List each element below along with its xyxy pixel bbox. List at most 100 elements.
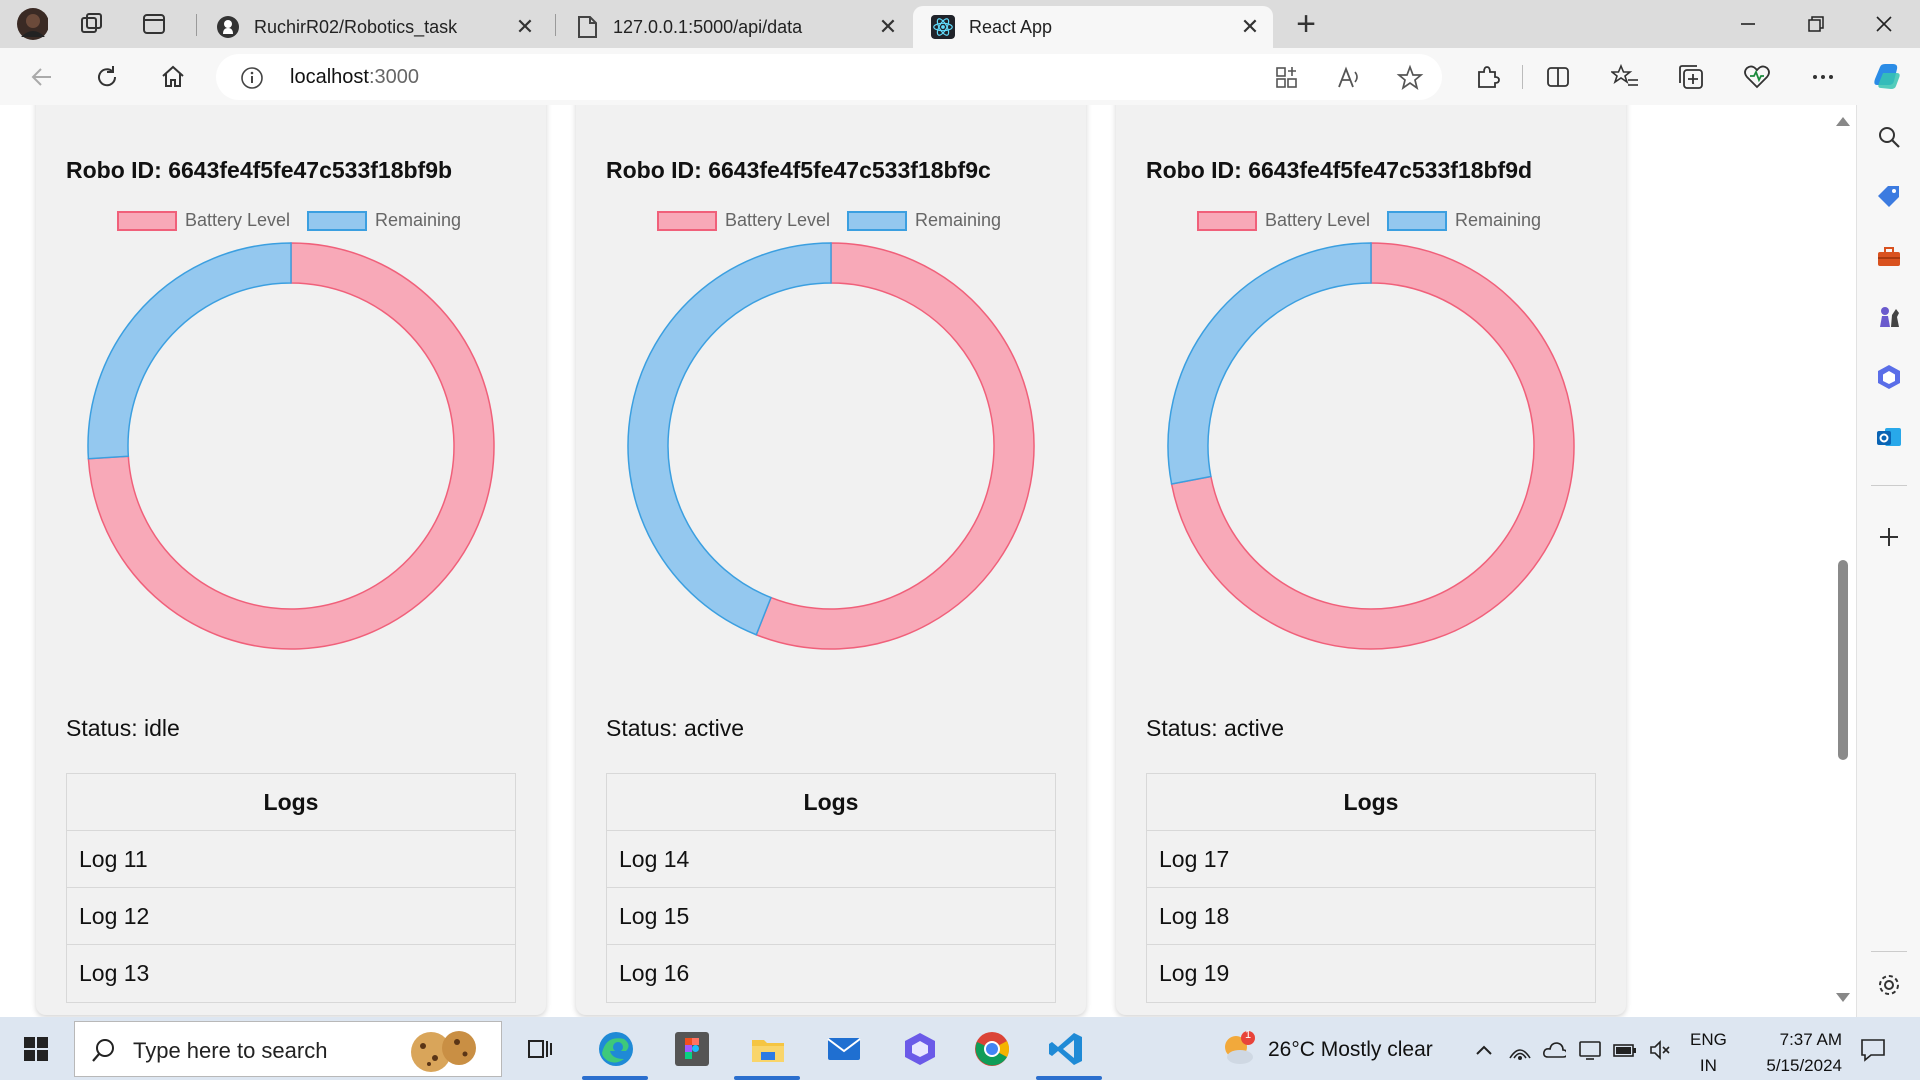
profile-avatar[interactable]	[16, 8, 48, 40]
legend-swatch-battery	[657, 210, 717, 231]
taskbar-chrome[interactable]	[970, 1027, 1014, 1071]
taskbar-m365[interactable]	[898, 1027, 942, 1071]
taskbar-edge[interactable]	[594, 1027, 638, 1071]
toolbox-icon	[1878, 247, 1900, 266]
show-hidden-icons-button[interactable]	[1472, 1038, 1496, 1062]
slice-remaining[interactable]	[87, 242, 292, 460]
tray-wifi[interactable]	[1508, 1038, 1532, 1062]
copilot-button[interactable]	[1870, 60, 1904, 94]
chart-legend: Battery Level Remaining	[1116, 208, 1626, 234]
settings-more-button[interactable]	[1806, 60, 1840, 94]
minimize-button[interactable]	[1726, 6, 1770, 42]
close-window-button[interactable]	[1862, 6, 1906, 42]
sidebar-m365-button[interactable]	[1873, 361, 1905, 393]
legend-item-remaining[interactable]: Remaining	[307, 210, 461, 231]
legend-label: Remaining	[1455, 210, 1542, 230]
legend-item-battery[interactable]: Battery Level	[657, 210, 830, 231]
sidebar-add-button[interactable]	[1873, 521, 1905, 553]
address-bar[interactable]: localhost:3000	[216, 54, 1442, 100]
read-aloud-icon[interactable]	[1336, 65, 1362, 91]
favorite-star-icon[interactable]	[1396, 64, 1424, 92]
site-info-icon[interactable]	[240, 66, 264, 90]
legend-item-battery[interactable]: Battery Level	[117, 210, 290, 231]
legend-item-remaining[interactable]: Remaining	[1387, 210, 1541, 231]
scroll-down-arrow-icon[interactable]	[1836, 993, 1850, 1002]
weather-widget[interactable]: 1	[1216, 1027, 1260, 1071]
input-language[interactable]: ENG IN	[1690, 1027, 1727, 1079]
legend-item-battery[interactable]: Battery Level	[1197, 210, 1370, 231]
page-icon	[575, 15, 599, 39]
robot-card: Robo ID: 6643fe4f5fe47c533f18bf9b Batter…	[36, 105, 546, 1015]
weather-text[interactable]: 26°C Mostly clear	[1268, 1038, 1433, 1062]
restore-button[interactable]	[1794, 6, 1838, 42]
battery-icon	[1613, 1044, 1636, 1057]
minimize-icon	[1741, 23, 1755, 25]
sidebar-games-button[interactable]	[1873, 301, 1905, 333]
slice-battery-level[interactable]	[755, 242, 1035, 650]
start-button[interactable]	[14, 1027, 58, 1071]
chrome-icon	[975, 1032, 1009, 1066]
wifi-icon	[1509, 1049, 1531, 1060]
folder-icon	[752, 1040, 784, 1062]
github-icon	[216, 15, 240, 39]
close-tab-icon[interactable]: ✕	[510, 12, 540, 42]
home-button[interactable]	[156, 60, 190, 94]
refresh-button[interactable]	[90, 60, 124, 94]
app-available-icon[interactable]	[1274, 65, 1300, 91]
taskbar-file-explorer[interactable]	[746, 1027, 790, 1071]
taskbar-search-box[interactable]: Type here to search	[74, 1021, 502, 1077]
clock-time: 7:37 AM	[1779, 1030, 1842, 1049]
logs-table: Logs Log 11 Log 12 Log 13	[66, 773, 516, 1003]
battery-doughnut-chart[interactable]	[87, 242, 495, 650]
new-tab-button[interactable]: +	[1290, 5, 1322, 43]
back-button[interactable]	[25, 60, 59, 94]
sidebar-outlook-button[interactable]	[1873, 421, 1905, 453]
collections-button[interactable]	[1674, 60, 1708, 94]
taskbar-mail[interactable]	[822, 1027, 866, 1071]
extensions-button[interactable]	[1470, 60, 1504, 94]
workspaces-icon	[81, 13, 102, 33]
taskbar-clock[interactable]: 7:37 AM 5/15/2024	[1742, 1027, 1842, 1079]
sidebar-search-button[interactable]	[1873, 121, 1905, 153]
task-view-icon	[528, 1040, 552, 1058]
close-tab-icon[interactable]: ✕	[873, 12, 903, 42]
scroll-up-arrow-icon[interactable]	[1836, 117, 1850, 126]
tray-onedrive[interactable]	[1542, 1038, 1566, 1062]
tab-github[interactable]: RuchirR02/Robotics_task ✕	[198, 6, 548, 48]
tab-actions-button[interactable]	[138, 8, 170, 40]
battery-doughnut-chart[interactable]	[627, 242, 1035, 650]
browser-essentials-button[interactable]	[1740, 60, 1774, 94]
close-tab-icon[interactable]: ✕	[1235, 12, 1265, 42]
tab-title: 127.0.0.1:5000/api/data	[613, 16, 803, 37]
scrollbar-thumb[interactable]	[1838, 560, 1848, 760]
tab-react-app[interactable]: React App ✕	[913, 6, 1273, 48]
log-row: Log 19	[1159, 960, 1230, 986]
task-view-button[interactable]	[518, 1027, 562, 1071]
taskbar-vscode[interactable]	[1044, 1027, 1088, 1071]
slice-remaining[interactable]	[627, 242, 832, 636]
vertical-tabs-icon	[143, 14, 165, 34]
legend-item-remaining[interactable]: Remaining	[847, 210, 1001, 231]
chart-legend: Battery Level Remaining	[36, 208, 546, 234]
sidebar-tools-button[interactable]	[1873, 241, 1905, 273]
tray-display[interactable]	[1578, 1038, 1602, 1062]
tray-volume[interactable]	[1648, 1038, 1672, 1062]
taskbar-figma[interactable]	[670, 1027, 714, 1071]
sidebar-shopping-button[interactable]	[1873, 181, 1905, 213]
tray-battery[interactable]	[1612, 1038, 1636, 1062]
tab-api-data[interactable]: 127.0.0.1:5000/api/data ✕	[557, 6, 911, 48]
notifications-button[interactable]	[1858, 1035, 1888, 1065]
page-scrollbar[interactable]	[1828, 105, 1856, 1017]
split-screen-button[interactable]	[1541, 60, 1575, 94]
sidebar-settings-button[interactable]	[1873, 969, 1905, 1001]
tab-title: RuchirR02/Robotics_task	[254, 16, 458, 37]
log-row: Log 17	[1147, 831, 1595, 888]
favorites-button[interactable]	[1608, 60, 1642, 94]
url-text[interactable]: localhost:3000	[290, 66, 419, 89]
workspaces-button[interactable]	[76, 8, 108, 40]
extensions-puzzle-icon	[1478, 66, 1500, 88]
battery-doughnut-chart[interactable]	[1167, 242, 1575, 650]
logs-table: Logs Log 17 Log 18 Log 19	[1146, 773, 1596, 1003]
slice-remaining[interactable]	[1167, 242, 1372, 485]
active-app-indicator	[734, 1076, 800, 1080]
